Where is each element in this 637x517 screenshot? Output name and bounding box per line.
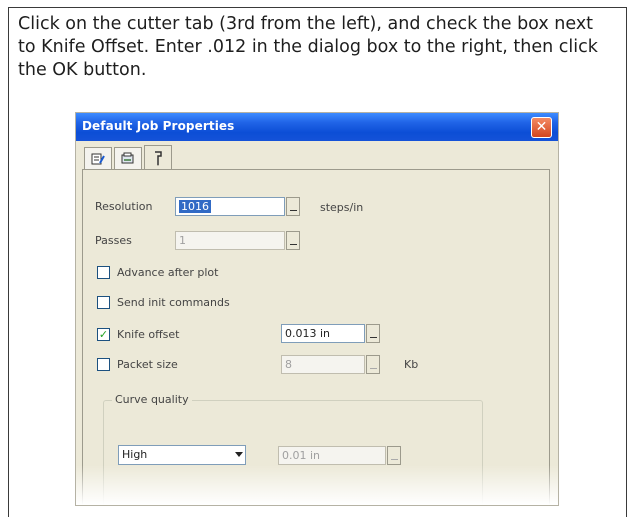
chevron-down-icon [235, 452, 243, 457]
knife-offset-input[interactable]: 0.013 in [281, 324, 365, 343]
plotter-icon [121, 152, 134, 163]
tab-strip [82, 145, 552, 170]
curve-quality-input[interactable]: 0.01 in [278, 446, 386, 465]
passes-label: Passes [95, 234, 132, 247]
close-icon: ✕ [535, 119, 548, 135]
tab-cutter[interactable] [144, 145, 172, 170]
tab-plotter[interactable] [114, 147, 142, 169]
knife-offset-checkbox[interactable]: ✓ [97, 328, 110, 341]
close-button[interactable]: ✕ [531, 117, 552, 138]
dialog-titlebar[interactable]: Default Job Properties ✕ [76, 113, 558, 141]
resolution-unit: steps/in [320, 201, 364, 214]
resolution-label: Resolution [95, 200, 153, 213]
curve-quality-selected: High [122, 448, 148, 461]
knife-offset-spinner[interactable] [366, 324, 380, 343]
advance-after-plot-label: Advance after plot [117, 266, 219, 279]
passes-spinner[interactable] [286, 231, 300, 250]
dialog-title: Default Job Properties [82, 119, 235, 133]
packet-size-checkbox[interactable] [97, 358, 110, 371]
resolution-value: 1016 [179, 200, 211, 213]
cutter-icon [155, 151, 162, 166]
packet-size-input[interactable]: 8 [281, 355, 365, 374]
cutter-settings-panel: Resolution 1016 steps/in Passes 1 Advanc… [82, 169, 550, 505]
packet-size-label: Packet size [117, 358, 178, 371]
tab-general[interactable] [84, 147, 112, 169]
packet-size-unit: Kb [404, 358, 419, 371]
knife-offset-label: Knife offset [117, 328, 180, 341]
packet-size-spinner[interactable] [366, 355, 380, 374]
instruction-text: Click on the cutter tab (3rd from the le… [18, 14, 598, 80]
passes-input[interactable]: 1 [175, 231, 285, 250]
curve-quality-label: Curve quality [112, 393, 192, 406]
default-job-properties-dialog: Default Job Properties ✕ Resolution 1016… [76, 113, 558, 505]
general-settings-icon [91, 153, 105, 164]
resolution-input[interactable]: 1016 [175, 197, 285, 216]
curve-quality-select[interactable]: High [118, 445, 246, 465]
send-init-commands-checkbox[interactable] [97, 296, 110, 309]
resolution-spinner[interactable] [286, 197, 300, 216]
advance-after-plot-checkbox[interactable] [97, 266, 110, 279]
send-init-commands-label: Send init commands [117, 296, 230, 309]
curve-quality-spinner[interactable] [387, 446, 401, 465]
bottom-fade [76, 465, 558, 505]
